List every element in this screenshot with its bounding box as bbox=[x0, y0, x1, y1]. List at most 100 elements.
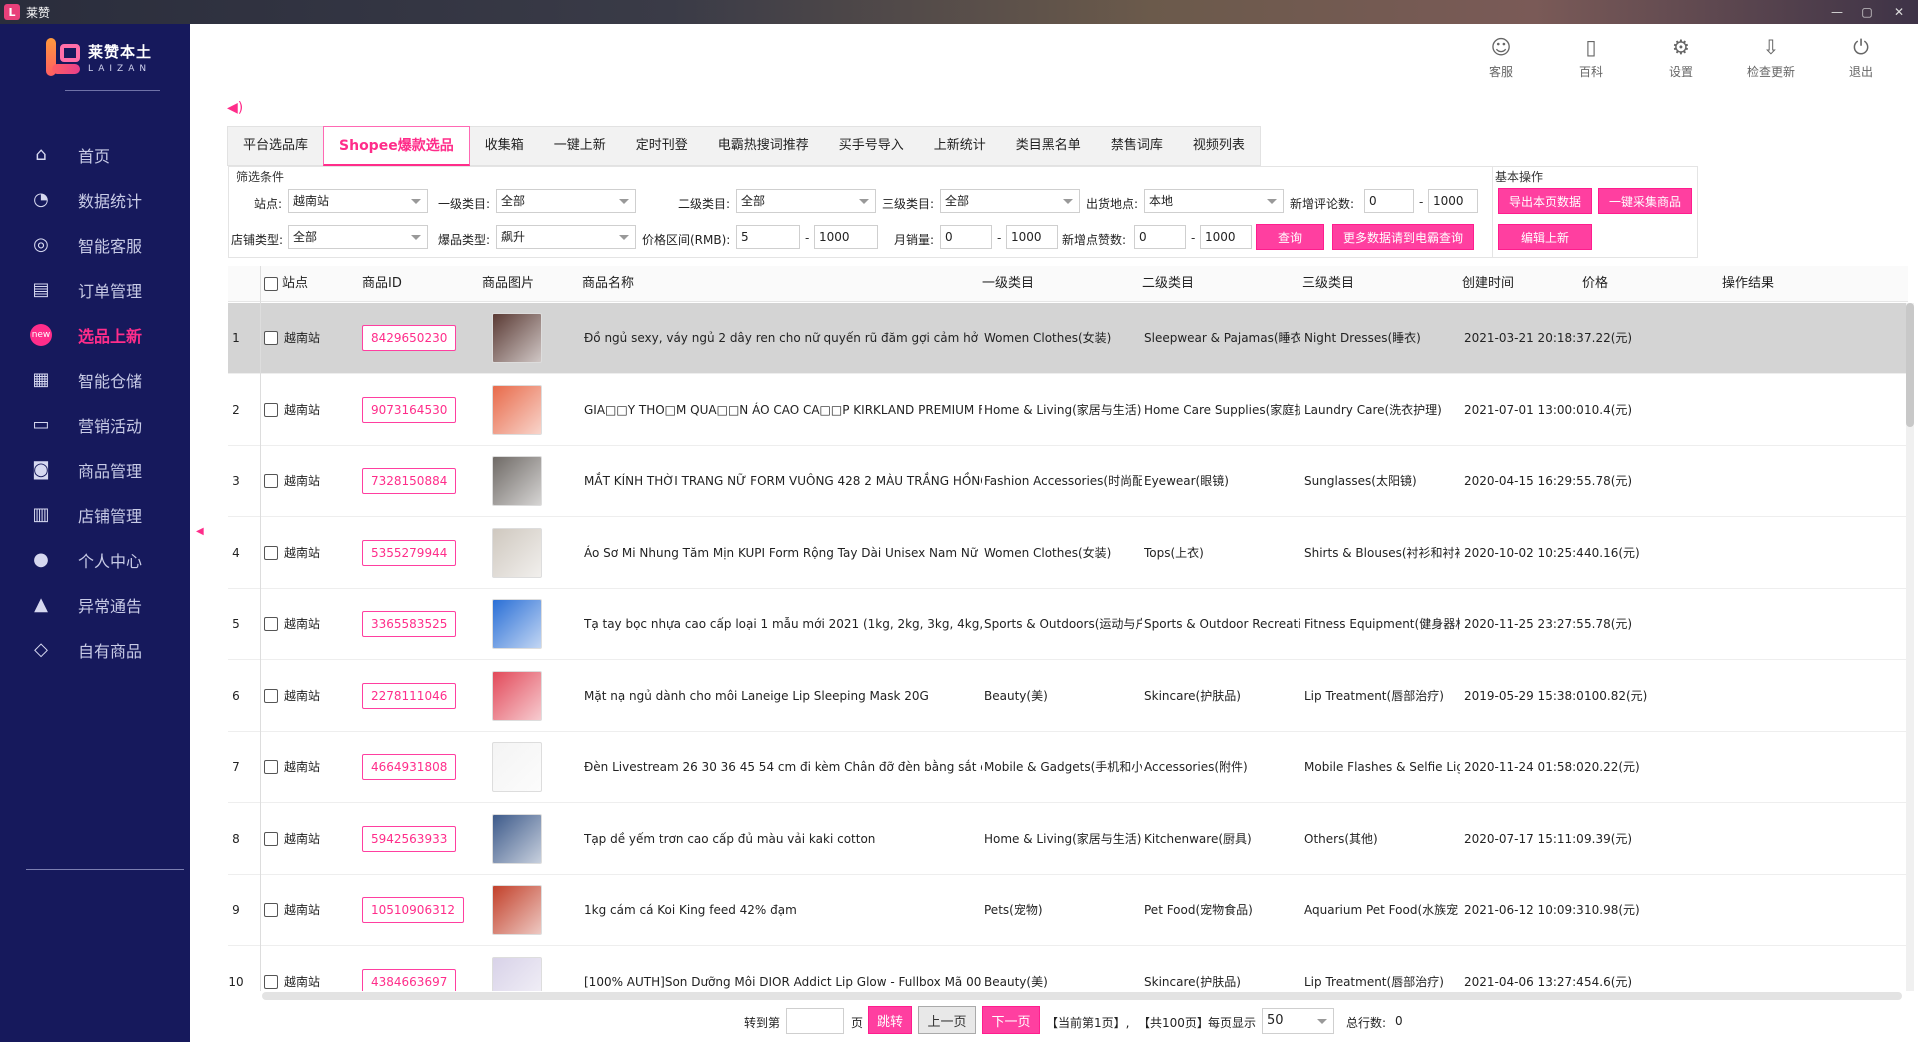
prev-page-button[interactable]: 上一页 bbox=[918, 1006, 976, 1034]
select-all-checkbox[interactable] bbox=[264, 277, 278, 291]
review-min-input[interactable]: 0 bbox=[1364, 189, 1414, 213]
price-max-input[interactable]: 1000 bbox=[814, 225, 878, 249]
query-button[interactable]: 查询 bbox=[1256, 224, 1324, 250]
product-id-button[interactable]: 9073164530 bbox=[362, 396, 457, 423]
sidebar-item-2[interactable]: ◎ 智能客服 bbox=[0, 222, 190, 267]
table-row[interactable]: 6 越南站 2278111046 Mặt nạ ngủ dành cho môi La… bbox=[228, 660, 1908, 732]
row-checkbox[interactable] bbox=[264, 331, 278, 345]
row-checkbox[interactable] bbox=[264, 545, 278, 560]
product-cat3: Mobile Flashes & Selfie Lig bbox=[1304, 760, 1460, 774]
tab-9[interactable]: 禁售词库 bbox=[1096, 127, 1178, 165]
likes-min-input[interactable]: 0 bbox=[1134, 225, 1186, 249]
sidebar-item-11[interactable]: ◇ 自有商品 bbox=[0, 627, 190, 672]
tab-8[interactable]: 类目黑名单 bbox=[1001, 127, 1096, 165]
product-cat3: Fitness Equipment(健身器材 bbox=[1304, 617, 1460, 631]
tab-2[interactable]: 收集箱 bbox=[470, 127, 539, 165]
tab-3[interactable]: 一键上新 bbox=[539, 127, 621, 165]
hot-type-select[interactable]: 飙升 bbox=[496, 225, 636, 249]
close-icon[interactable]: ✕ bbox=[1884, 0, 1914, 24]
table-row[interactable]: 4 越南站 5355279944 Áo Sơ Mi Nhung Tăm Mịn KUP… bbox=[228, 517, 1908, 589]
collapse-sidebar-icon[interactable]: ◀ bbox=[196, 526, 204, 537]
row-checkbox[interactable] bbox=[264, 474, 278, 488]
vertical-scroll-thumb[interactable] bbox=[1906, 303, 1914, 427]
product-thumbnail bbox=[492, 456, 542, 506]
export-page-button[interactable]: 导出本页数据 bbox=[1498, 188, 1592, 214]
product-id-button[interactable]: 4384663697 bbox=[362, 968, 457, 991]
tab-0[interactable]: 平台选品库 bbox=[228, 127, 323, 165]
tab-7[interactable]: 上新统计 bbox=[919, 127, 1001, 165]
ship-select[interactable]: 本地 bbox=[1144, 189, 1284, 213]
next-page-button[interactable]: 下一页 bbox=[982, 1006, 1040, 1034]
price-min-input[interactable]: 5 bbox=[736, 225, 800, 249]
minimize-icon[interactable]: — bbox=[1822, 0, 1852, 24]
row-checkbox[interactable] bbox=[264, 688, 278, 703]
likes-max-input[interactable]: 1000 bbox=[1200, 225, 1252, 249]
goto-page-input[interactable] bbox=[786, 1008, 844, 1034]
tab-6[interactable]: 买手号导入 bbox=[824, 127, 919, 165]
table-row[interactable]: 3 越南站 7328150884 MẮT KÍNH THỜI TRANG NỮ FOR… bbox=[228, 446, 1908, 517]
cat2-label: 二级类目: bbox=[678, 197, 731, 211]
cat2-select[interactable]: 全部 bbox=[736, 189, 876, 213]
vertical-scrollbar[interactable] bbox=[1906, 303, 1914, 991]
sidebar-item-7[interactable]: ◙ 商品管理 bbox=[0, 447, 190, 492]
collect-products-button[interactable]: 一键采集商品 bbox=[1598, 188, 1692, 214]
tab-4[interactable]: 定时刊登 bbox=[621, 127, 703, 165]
toolbar-button-0[interactable]: ☺ 客服 bbox=[1456, 34, 1546, 80]
toolbar-button-4[interactable]: ⏻ 退出 bbox=[1816, 34, 1906, 80]
table-row[interactable]: 9 越南站 10510906312 1kg cám cá Koi King feed … bbox=[228, 875, 1908, 946]
table-row[interactable]: 7 越南站 4664931808 Đèn Livestream 26 30 36 45… bbox=[228, 732, 1908, 803]
toolbar-button-3[interactable]: ⇩ 检查更新 bbox=[1726, 34, 1816, 80]
product-cat3: Laundry Care(洗衣护理) bbox=[1304, 402, 1442, 417]
product-id-button[interactable]: 8429650230 bbox=[362, 325, 457, 351]
table-row[interactable]: 10 越南站 4384663697 [100% AUTH]Son Dưỡng Môi … bbox=[228, 946, 1908, 991]
product-id-button[interactable]: 4664931808 bbox=[362, 754, 457, 780]
sidebar-item-0[interactable]: ⌂ 首页 bbox=[0, 132, 190, 177]
sidebar-item-6[interactable]: ▭ 营销活动 bbox=[0, 402, 190, 447]
row-checkbox[interactable] bbox=[264, 831, 278, 846]
clipboard-icon: ▤ bbox=[32, 279, 50, 300]
sidebar-item-label: 订单管理 bbox=[78, 281, 143, 301]
sidebar-item-4[interactable]: new 选品上新 bbox=[0, 312, 190, 357]
product-result bbox=[1724, 732, 1884, 803]
row-checkbox[interactable] bbox=[264, 402, 278, 417]
toolbar-button-1[interactable]: ▯ 百科 bbox=[1546, 34, 1636, 80]
cat1-select[interactable]: 全部 bbox=[496, 189, 636, 213]
sidebar-item-5[interactable]: ▦ 智能仓储 bbox=[0, 357, 190, 402]
product-id-button[interactable]: 10510906312 bbox=[362, 897, 464, 923]
product-id-button[interactable]: 3365583525 bbox=[362, 611, 457, 637]
sidebar-item-1[interactable]: ◔ 数据统计 bbox=[0, 177, 190, 222]
sidebar-item-3[interactable]: ▤ 订单管理 bbox=[0, 267, 190, 312]
product-id-button[interactable]: 7328150884 bbox=[362, 468, 457, 494]
per-page-select[interactable]: 50 bbox=[1262, 1008, 1334, 1034]
shop-type-select[interactable]: 全部 bbox=[288, 225, 428, 249]
edit-listing-button[interactable]: 编辑上新 bbox=[1498, 224, 1592, 250]
sidebar-item-9[interactable]: ● 个人中心 bbox=[0, 537, 190, 582]
tab-10[interactable]: 视频列表 bbox=[1178, 127, 1260, 165]
horizontal-scrollbar[interactable] bbox=[262, 992, 1902, 1000]
product-id-button[interactable]: 5355279944 bbox=[362, 539, 457, 566]
site-select[interactable]: 越南站 bbox=[288, 189, 428, 213]
cat3-select[interactable]: 全部 bbox=[940, 189, 1080, 213]
tab-5[interactable]: 电霸热搜词推荐 bbox=[703, 127, 824, 165]
row-checkbox[interactable] bbox=[264, 617, 278, 631]
tab-1[interactable]: Shopee爆款选品 bbox=[323, 126, 470, 166]
toolbar-button-2[interactable]: ⚙ 设置 bbox=[1636, 34, 1726, 80]
row-checkbox[interactable] bbox=[264, 974, 278, 989]
maximize-icon[interactable]: ▢ bbox=[1852, 0, 1882, 24]
table-row[interactable]: 5 越南站 3365583525 Tạ tay bọc nhựa cao cấp lo… bbox=[228, 589, 1908, 660]
table-row[interactable]: 8 越南站 5942563933 Tạp dề yếm trơn cao cấp đủ… bbox=[228, 803, 1908, 875]
sales-min-input[interactable]: 0 bbox=[940, 225, 992, 249]
review-max-input[interactable]: 1000 bbox=[1428, 189, 1478, 213]
more-data-button[interactable]: 更多数据请到电霸查询 bbox=[1332, 224, 1474, 250]
speaker-icon[interactable]: ◀) bbox=[227, 100, 243, 116]
product-id-button[interactable]: 5942563933 bbox=[362, 825, 457, 852]
table-row[interactable]: 1 越南站 8429650230 Đồ ngủ sexy, váy ngủ 2 dây… bbox=[228, 303, 1908, 374]
sales-max-input[interactable]: 1000 bbox=[1006, 225, 1058, 249]
row-checkbox[interactable] bbox=[264, 903, 278, 917]
table-row[interactable]: 2 越南站 9073164530 GIA□□Y THO□M QUA□□N ÁO CAO… bbox=[228, 374, 1908, 446]
product-id-button[interactable]: 2278111046 bbox=[362, 682, 457, 709]
sidebar-item-10[interactable]: ▲ 异常通告 bbox=[0, 582, 190, 627]
sidebar-item-8[interactable]: ▥ 店铺管理 bbox=[0, 492, 190, 537]
jump-button[interactable]: 跳转 bbox=[868, 1006, 912, 1034]
row-checkbox[interactable] bbox=[264, 760, 278, 774]
